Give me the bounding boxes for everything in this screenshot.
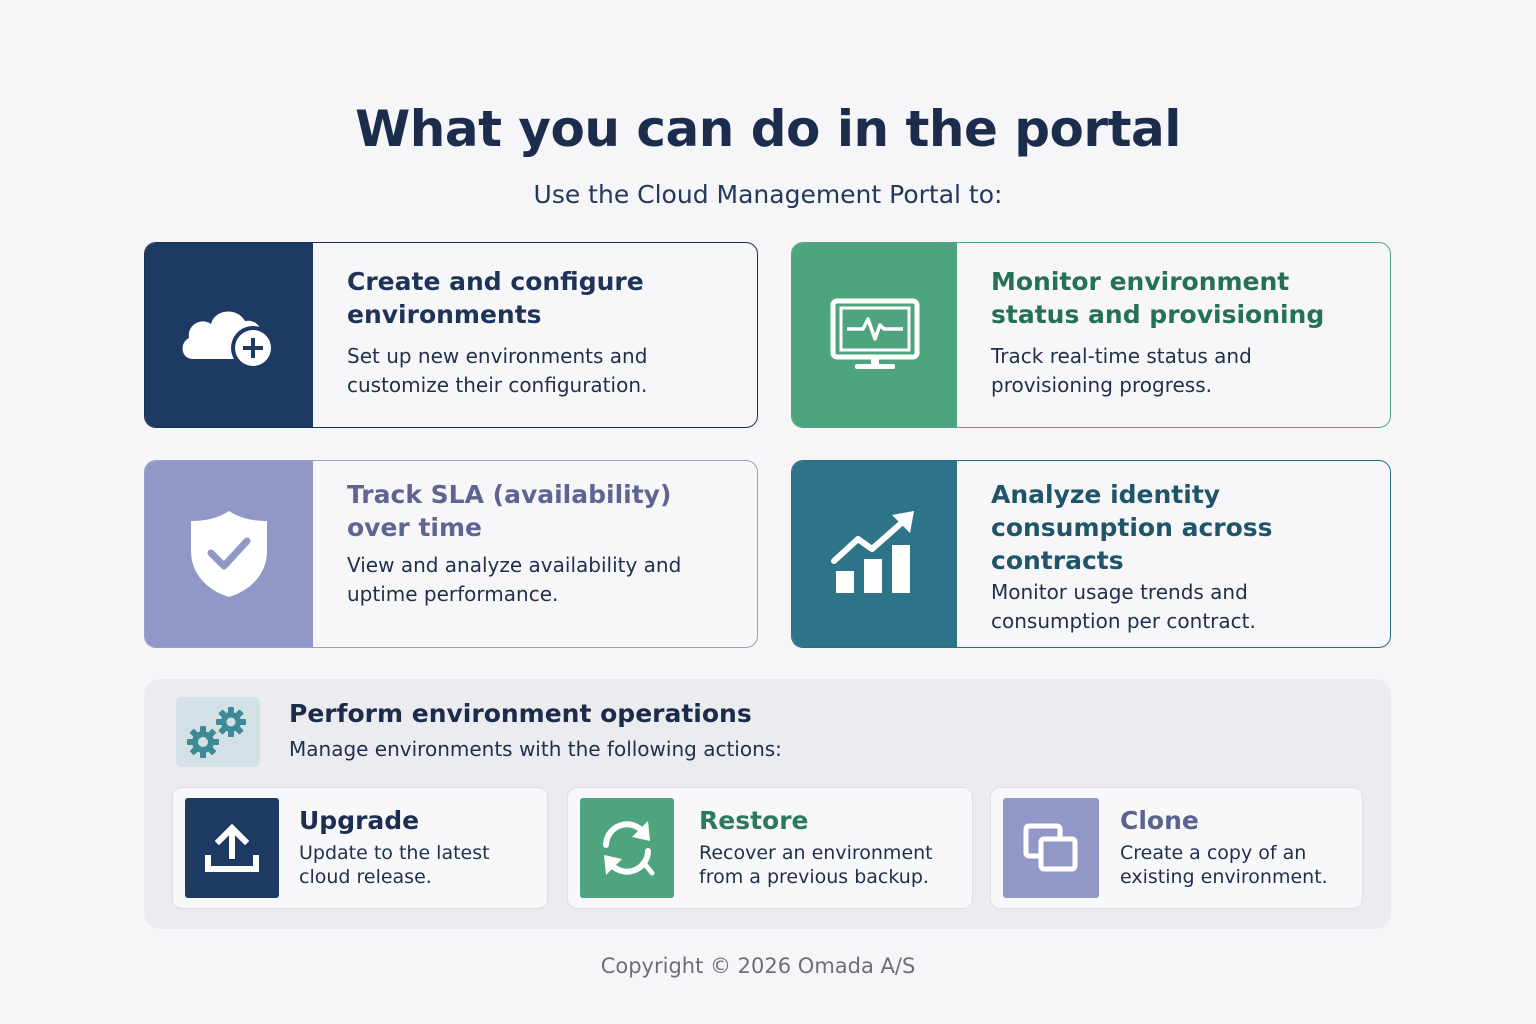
feature-description: Track real-time status and provisioning … — [991, 344, 1252, 397]
page-subtitle: Use the Cloud Management Portal to: — [533, 180, 1003, 209]
action-icon-tile — [580, 798, 674, 898]
feature-description: View and analyze availability and uptime… — [347, 553, 682, 606]
restore-icon — [603, 821, 655, 876]
operations-description: Manage environments with the following a… — [289, 737, 782, 761]
cloud-add-icon — [182, 311, 275, 370]
growth-chart-icon — [830, 511, 914, 593]
feature-title: Monitor environment status and provision… — [991, 267, 1325, 329]
shield-check-icon — [191, 511, 267, 597]
copyright-footer: Copyright © 2026 Omada A/S — [600, 954, 916, 978]
action-card-upgrade[interactable]: Upgrade Update to the latest cloud relea… — [172, 787, 548, 909]
operations-panel: Perform environment operations Manage en… — [144, 679, 1391, 929]
feature-title: Analyze identity consumption across cont… — [991, 480, 1273, 575]
feature-description: Monitor usage trends and consumption per… — [991, 580, 1256, 633]
feature-card-analyze-consumption: Analyze identity consumption across cont… — [791, 460, 1391, 648]
action-icon-tile — [1003, 798, 1099, 898]
feature-icon-panel — [145, 461, 313, 647]
monitor-pulse-icon — [830, 298, 919, 369]
action-card-restore[interactable]: Restore Recover an environment from a pr… — [567, 787, 973, 909]
action-description: Recover an environment from a previous b… — [699, 842, 933, 888]
feature-icon-panel — [792, 461, 957, 647]
action-title: Upgrade — [299, 806, 420, 835]
upload-icon — [205, 823, 259, 872]
feature-icon-panel — [792, 243, 957, 427]
operations-title: Perform environment operations — [289, 699, 752, 728]
feature-card-create-configure: Create and configure environments Set up… — [144, 242, 758, 428]
feature-card-monitor-status: Monitor environment status and provision… — [791, 242, 1391, 428]
page-title: What you can do in the portal — [355, 100, 1181, 158]
copy-icon — [1023, 823, 1078, 872]
action-icon-tile — [185, 798, 279, 898]
action-description: Create a copy of an existing environment… — [1120, 842, 1328, 888]
operations-icon-tile — [176, 697, 260, 767]
action-description: Update to the latest cloud release. — [299, 842, 490, 888]
feature-title: Create and configure environments — [347, 267, 644, 329]
gears-icon — [187, 707, 246, 758]
feature-card-track-sla: Track SLA (availability) over time View … — [144, 460, 758, 648]
action-title: Restore — [699, 806, 809, 835]
feature-title: Track SLA (availability) over time — [347, 480, 672, 542]
feature-description: Set up new environments and customize th… — [347, 344, 648, 397]
feature-icon-panel — [145, 243, 313, 427]
action-card-clone[interactable]: Clone Create a copy of an existing envir… — [990, 787, 1363, 909]
action-title: Clone — [1120, 806, 1199, 835]
